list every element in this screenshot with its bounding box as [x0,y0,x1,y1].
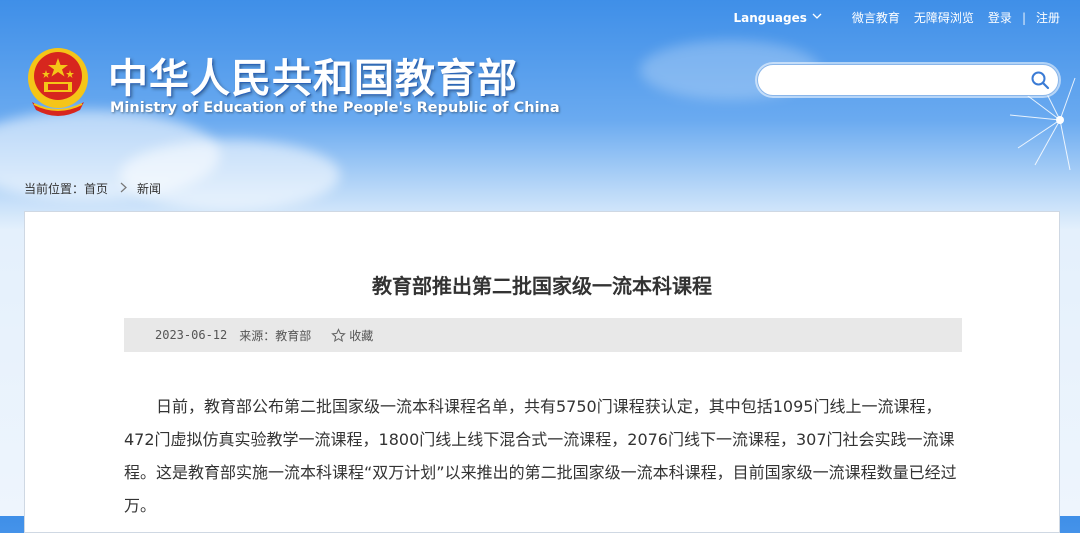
search-input[interactable] [770,65,1024,95]
breadcrumb-home-link[interactable]: 首页 [84,180,108,197]
article-body: 日前，教育部公布第二批国家级一流本科课程名单，共有5750门课程获认定，其中包括… [124,397,957,515]
breadcrumb-news-link[interactable]: 新闻 [137,180,161,197]
languages-label: Languages [733,10,807,25]
search-box [757,64,1059,96]
search-icon[interactable] [1030,70,1050,90]
favorite-label: 收藏 [349,328,374,343]
article-source: 来源：教育部 [239,328,312,343]
article-title: 教育部推出第二批国家级一流本科课程 [372,274,712,298]
site-title-cn[interactable]: 中华人民共和国教育部 [108,46,518,104]
breadcrumb: 当前位置： 首页 新闻 [24,180,161,197]
article-meta-bar: 2023-06-12 来源：教育部 收藏 [124,318,962,352]
register-link[interactable]: 注册 [1036,9,1060,26]
login-link[interactable]: 登录 [988,9,1012,26]
article-date: 2023-06-12 [155,328,228,342]
languages-menu[interactable]: Languages [734,11,822,25]
top-bar: Languages 微言教育 无障碍浏览 登录 | 注册 [734,9,1061,26]
link-separator: | [1021,10,1026,25]
breadcrumb-label: 当前位置： [24,182,85,196]
weiyan-education-link[interactable]: 微言教育 [852,9,900,26]
cloud-decoration [120,140,340,210]
accessibility-link[interactable]: 无障碍浏览 [914,9,974,26]
favorite-button[interactable]: 收藏 [331,327,373,344]
site-title-en: Ministry of Education of the People's Re… [110,100,560,116]
chevron-down-icon [812,12,822,23]
star-outline-icon [331,327,347,342]
chevron-right-icon [120,182,127,196]
national-emblem-icon[interactable] [24,46,92,118]
article-panel: 教育部推出第二批国家级一流本科课程 2023-06-12 来源：教育部 收藏 日… [24,211,1060,533]
